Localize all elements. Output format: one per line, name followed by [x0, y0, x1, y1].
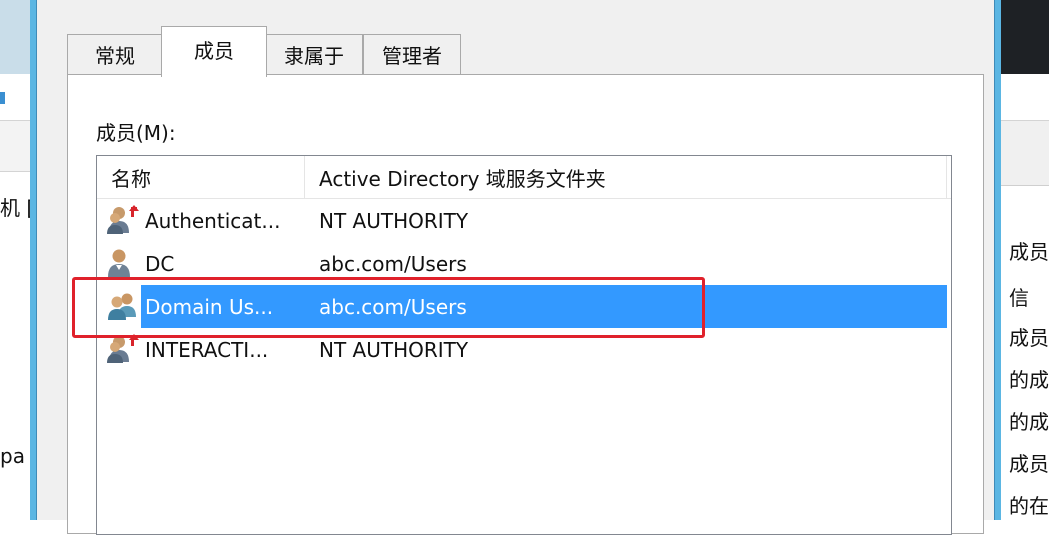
tab-members[interactable]: 成员 — [161, 26, 267, 77]
background-column-header — [0, 121, 30, 172]
background-text: 信 — [1009, 286, 1029, 310]
background-text: 的成 — [1009, 368, 1049, 392]
background-window-right: 成员 信 成员 的成 的成 成员 的在 — [1001, 0, 1049, 520]
background-titlebar — [1001, 0, 1049, 74]
group-icon — [107, 291, 141, 321]
list-header: 名称 Active Directory 域服务文件夹 — [97, 156, 951, 199]
special-group-icon — [107, 205, 141, 235]
background-text: 的在 — [1009, 494, 1049, 518]
background-titlebar — [0, 0, 30, 75]
column-header-name[interactable]: 名称 — [97, 156, 305, 198]
background-toolbar — [1001, 74, 1049, 121]
list-item[interactable]: INTERACTI... NT AUTHORITY — [97, 328, 947, 371]
list-item-selected[interactable]: Domain Us... abc.com/Users — [97, 285, 947, 328]
properties-dialog: 常规 成员 隶属于 管理者 成员(M): 名称 Active Directory… — [30, 0, 1001, 535]
member-name: Authenticat... — [145, 208, 281, 233]
member-folder: abc.com/Users — [319, 294, 467, 319]
member-folder: abc.com/Users — [319, 251, 467, 276]
background-text: 机 [ — [0, 196, 30, 220]
member-name: INTERACTI... — [145, 337, 269, 362]
member-name: Domain Us... — [145, 294, 274, 319]
column-header-folder[interactable]: Active Directory 域服务文件夹 — [305, 156, 947, 198]
background-toolbar-icon — [0, 92, 5, 104]
members-list[interactable]: 名称 Active Directory 域服务文件夹 Authenticat..… — [96, 155, 952, 535]
background-text: pa — [0, 444, 25, 468]
special-group-icon — [107, 334, 141, 364]
members-tab-page: 成员(M): 名称 Active Directory 域服务文件夹 Authen… — [67, 74, 984, 535]
user-icon — [107, 248, 141, 278]
background-column-header — [1001, 121, 1049, 186]
background-text: 成员 — [1009, 240, 1049, 264]
member-name: DC — [145, 251, 175, 276]
tab-member-of[interactable]: 隶属于 — [265, 34, 363, 74]
background-text: 成员 — [1009, 326, 1049, 350]
background-window-left: 机 [ pa — [0, 0, 30, 520]
member-folder: NT AUTHORITY — [319, 208, 469, 233]
tab-general[interactable]: 常规 — [67, 34, 163, 74]
list-item[interactable]: DC abc.com/Users — [97, 242, 947, 285]
background-text: 成员 — [1009, 452, 1049, 476]
members-label: 成员(M): — [96, 121, 176, 145]
list-item[interactable]: Authenticat... NT AUTHORITY — [97, 199, 947, 242]
background-text: 的成 — [1009, 410, 1049, 434]
dialog-body: 常规 成员 隶属于 管理者 成员(M): 名称 Active Directory… — [36, 0, 995, 535]
tab-managed-by[interactable]: 管理者 — [363, 34, 461, 74]
member-folder: NT AUTHORITY — [319, 337, 469, 362]
